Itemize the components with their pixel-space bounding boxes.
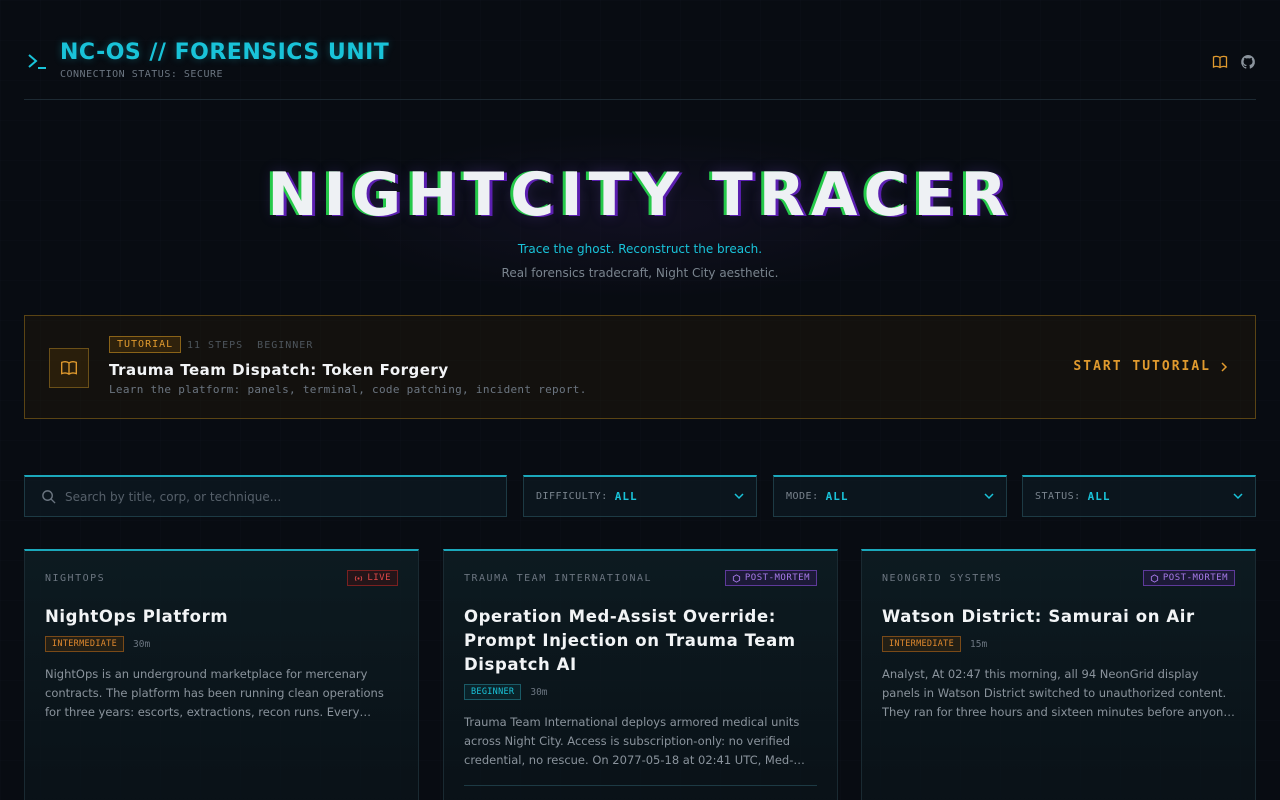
scenario-card[interactable]: NEONGRID SYSTEMS POST-MORTEM Watson Dist…: [861, 549, 1256, 800]
status-badge-label: POST-MORTEM: [744, 573, 810, 583]
start-tutorial-label: START TUTORIAL: [1073, 359, 1211, 374]
card-org: NEONGRID SYSTEMS: [882, 573, 1003, 584]
difficulty-select[interactable]: DIFFICULTY: ALL: [523, 475, 757, 517]
book-icon: [49, 348, 89, 388]
start-tutorial-button[interactable]: START TUTORIAL: [1073, 359, 1229, 374]
difficulty-badge: INTERMEDIATE: [45, 636, 125, 652]
chevron-down-icon: [734, 493, 744, 500]
status-select[interactable]: STATUS: ALL: [1022, 475, 1256, 517]
status-badge-label: LIVE: [367, 573, 391, 583]
card-org: TRAUMA TEAM INTERNATIONAL: [464, 573, 653, 584]
github-icon[interactable]: [1240, 54, 1256, 70]
app-title: NC-OS // FORENSICS UNIT: [60, 40, 390, 65]
hero-subtitle: Real forensics tradecraft, Night City ae…: [501, 266, 779, 280]
card-divider: [464, 785, 817, 786]
app-header: NC-OS // FORENSICS UNIT CONNECTION STATU…: [24, 0, 1256, 100]
tutorial-description: Learn the platform: panels, terminal, co…: [109, 383, 587, 396]
difficulty-badge: BEGINNER: [464, 684, 522, 700]
tutorial-banner[interactable]: TUTORIAL 11 STEPS BEGINNER Trauma Team Di…: [24, 315, 1256, 419]
difficulty-badge: INTERMEDIATE: [882, 636, 962, 652]
book-icon[interactable]: [1212, 54, 1228, 70]
duration: 15m: [970, 638, 988, 650]
terminal-prompt-icon: [28, 54, 46, 69]
status-label: STATUS:: [1035, 491, 1081, 502]
card-title: Operation Med-Assist Override: Prompt In…: [464, 607, 796, 674]
card-description: Trauma Team International deploys armore…: [464, 715, 800, 767]
status-badge: POST-MORTEM: [724, 570, 817, 586]
tutorial-badge: TUTORIAL: [109, 336, 182, 353]
duration: 30m: [133, 638, 151, 650]
status-badge-label: POST-MORTEM: [1162, 573, 1228, 583]
status-badge: LIVE: [347, 570, 398, 586]
hero-tagline: Trace the ghost. Reconstruct the breach.: [517, 242, 763, 256]
card-description: Analyst, At 02:47 this morning, all 94 N…: [882, 667, 1231, 719]
scenario-card[interactable]: TRAUMA TEAM INTERNATIONAL POST-MORTEM Op…: [443, 549, 838, 800]
status-badge: POST-MORTEM: [1142, 570, 1235, 586]
search-icon: [42, 490, 56, 504]
hexagon-icon: [732, 573, 740, 583]
duration: 30m: [530, 686, 548, 698]
difficulty-value: ALL: [614, 490, 638, 503]
status-value: ALL: [1087, 490, 1111, 503]
scenario-card[interactable]: NIGHTOPS LIVE NightOps Platform INTERMED…: [24, 549, 419, 800]
card-title: NightOps Platform: [45, 607, 229, 626]
connection-status: CONNECTION STATUS: SECURE: [60, 69, 224, 80]
difficulty-label: DIFFICULTY:: [536, 491, 608, 502]
card-title: Watson District: Samurai on Air: [882, 607, 1195, 626]
tutorial-title: Trauma Team Dispatch: Token Forgery: [109, 361, 449, 379]
hero-title: NIGHTCITY TRACER: [267, 160, 1013, 230]
search-input[interactable]: [65, 489, 485, 504]
mode-select[interactable]: MODE: ALL: [773, 475, 1007, 517]
hexagon-icon: [1150, 573, 1158, 583]
card-description: NightOps is an underground marketplace f…: [45, 667, 384, 719]
card-org: NIGHTOPS: [45, 573, 106, 584]
chevron-down-icon: [984, 493, 994, 500]
mode-label: MODE:: [786, 491, 819, 502]
mode-value: ALL: [825, 490, 849, 503]
broadcast-icon: [355, 575, 363, 581]
tutorial-level: BEGINNER: [257, 340, 314, 351]
chevron-down-icon: [1233, 493, 1243, 500]
search-box[interactable]: [24, 475, 507, 517]
tutorial-steps: 11 STEPS: [187, 340, 244, 351]
chevron-right-icon: [1221, 361, 1228, 372]
